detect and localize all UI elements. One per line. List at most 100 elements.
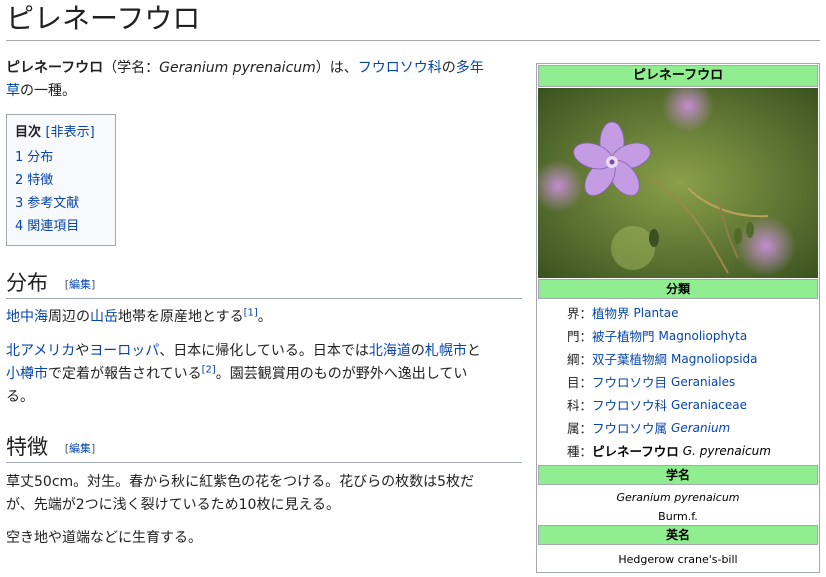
north-america-link[interactable]: 北アメリカ: [6, 343, 75, 359]
taxonomy-latin-link[interactable]: Plantae: [634, 302, 679, 325]
toc-item-label: 分布: [27, 150, 54, 165]
features-paragraph-1: 草丈50cm。対生。春から秋に紅紫色の花をつける。花びらの枚数は5枚だ が、先端…: [6, 471, 520, 517]
intro-paren-prefix: （学名：: [103, 60, 160, 76]
herb-link[interactable]: 草: [6, 83, 20, 99]
text-span: と: [466, 343, 481, 359]
toc-toggle-link[interactable]: [非表示]: [46, 125, 95, 140]
intro-no: の: [441, 60, 456, 76]
classification-header: 分類: [538, 279, 818, 299]
flower-illustration: [538, 88, 818, 278]
reference-link[interactable]: [1]: [244, 307, 258, 318]
toc-item-label: 特徴: [27, 173, 54, 188]
otaru-link[interactable]: 小樽市: [6, 366, 48, 382]
scientific-name-header: 学名: [538, 465, 818, 485]
taxobox: ピレネーフウロ 分類 界 ： 植物界 Plantae 門 ： 被子植物門 Mag…: [536, 63, 820, 573]
taxonomy-rank: 属: [567, 421, 580, 436]
taxonomy-latin-link[interactable]: Magnoliopsida: [671, 348, 757, 371]
taxonomy-rank: 界: [567, 306, 580, 321]
text-span: の: [410, 343, 425, 359]
text-span: 地帯を原産地とする: [118, 309, 244, 325]
toc-item-related[interactable]: 4 関連項目: [15, 215, 107, 238]
edit-bracket: ]: [90, 277, 96, 291]
taxonomy-row-division: 門：被子植物門 Magnoliophyta: [537, 325, 819, 348]
taxonomy-rank: 科: [567, 398, 580, 413]
text-line: が、先端が2つに浅く裂けているため10枚に見える。: [6, 497, 341, 513]
intro-scientific-name: Geranium pyrenaicum: [159, 60, 316, 76]
toc-item-references[interactable]: 3 参考文献: [15, 192, 107, 215]
taxonomy-latin-link[interactable]: Geraniaceae: [671, 394, 747, 417]
section-heading-distribution: 分布 [編集]: [6, 268, 522, 299]
text-span: 。園芸観賞用のものが野外へ逸出してい: [215, 366, 468, 382]
toc-item-number: 2: [15, 173, 24, 188]
taxonomy-ja-link[interactable]: フウロソウ属: [592, 417, 667, 440]
scientific-header-text: 学名: [665, 468, 690, 482]
english-header-text: 英名: [665, 528, 690, 542]
taxonomy-ja-link[interactable]: フウロソウ目: [592, 371, 667, 394]
scientific-name: Geranium pyrenaicum: [616, 491, 740, 504]
hokkaido-link[interactable]: 北海道: [369, 343, 411, 359]
edit-section-link[interactable]: [編集]: [65, 442, 96, 455]
rank-separator: ：: [579, 329, 593, 344]
english-name-header: 英名: [538, 525, 818, 545]
infobox-title-text: ピレネーフウロ: [632, 68, 724, 83]
page-title: ピレネーフウロ: [6, 0, 820, 41]
rank-separator: ：: [579, 352, 593, 367]
text-span: 周辺の: [48, 309, 90, 325]
heading-text: 分布: [6, 271, 48, 295]
taxonomy-row-class: 綱：双子葉植物綱 Magnoliopsida: [537, 348, 819, 371]
mediterranean-link[interactable]: 地中海: [6, 309, 48, 325]
flower-photo[interactable]: [538, 88, 818, 278]
text-span: 。: [257, 309, 272, 325]
toc-item-label: 関連項目: [27, 219, 80, 234]
sapporo-link[interactable]: 札幌市: [425, 343, 467, 359]
toc-item-features[interactable]: 2 特徴: [15, 169, 107, 192]
toc-header: 目次 [非表示]: [15, 121, 107, 144]
taxonomy-latin-link[interactable]: Geranium: [671, 417, 730, 440]
rank-separator: ：: [579, 398, 593, 413]
family-link[interactable]: フウロソウ科: [358, 60, 442, 76]
taxonomy-latin-link[interactable]: Geraniales: [671, 371, 735, 394]
taxonomy-ja-link[interactable]: 双子葉植物綱: [592, 348, 667, 371]
mountain-link[interactable]: 山岳: [90, 309, 118, 325]
text-span: る。: [6, 389, 34, 405]
scientific-author: Burm.f.: [658, 510, 698, 523]
taxonomy-ja-link[interactable]: フウロソウ科: [592, 394, 667, 417]
taxonomy-row-species: 種：ピレネーフウロ G. pyrenaicum: [537, 440, 819, 463]
table-of-contents: 目次 [非表示] 1 分布 2 特徴 3 参考文献 4 関連項目: [6, 114, 116, 246]
edit-section-link[interactable]: [編集]: [65, 278, 96, 291]
heading-text: 特徴: [6, 435, 48, 459]
text-span: 、日本に帰化している。日本では: [159, 343, 369, 359]
taxonomy-row-genus: 属：フウロソウ属 Geranium: [537, 417, 819, 440]
text-line: 草丈50cm。対生。春から秋に紅紫色の花をつける。花びらの枚数は5枚だ: [6, 474, 475, 490]
text-span: で定着が報告されている: [48, 366, 202, 382]
toc-item-number: 4: [15, 219, 24, 234]
taxonomy-list: 界：植物界 Plantae 門：被子植物門 Magnoliophyta 綱：双子葉植…: [537, 300, 819, 463]
rank-separator: ：: [579, 375, 593, 390]
english-name: Hedgerow crane's-bill: [618, 553, 738, 566]
scientific-name-cell: Geranium pyrenaicum Burm.f.: [537, 486, 819, 524]
text-span: や: [75, 343, 90, 359]
taxonomy-rank: 綱: [567, 352, 580, 367]
taxonomy-ja-link[interactable]: 植物界: [592, 302, 630, 325]
rank-separator: ：: [579, 421, 593, 436]
taxonomy-row-family: 科：フウロソウ科 Geraniaceae: [537, 394, 819, 417]
intro-paragraph: ピレネーフウロ（学名：Geranium pyrenaicum）は、フウロソウ科の…: [6, 57, 520, 103]
toc-item-number: 1: [15, 150, 24, 165]
species-latin: G. pyrenaicum: [682, 444, 771, 458]
species-name: ピレネーフウロ: [592, 444, 679, 459]
taxonomy-latin-link[interactable]: Magnoliophyta: [659, 325, 748, 348]
classification-header-text: 分類: [665, 282, 690, 296]
toc-title: 目次: [15, 125, 42, 140]
distribution-paragraph-1: 地中海周辺の山岳地帯を原産地とする[1]。: [6, 306, 520, 329]
edit-label: 編集: [68, 277, 91, 291]
europe-link[interactable]: ヨーロッパ: [89, 343, 159, 359]
edit-label: 編集: [68, 441, 91, 455]
taxonomy-ja-link[interactable]: 被子植物門: [592, 325, 655, 348]
toc-item-number: 3: [15, 196, 24, 211]
perennial-link[interactable]: 多年: [456, 60, 484, 76]
reference-link[interactable]: [2]: [202, 364, 216, 375]
toc-item-label: 参考文献: [27, 196, 80, 211]
edit-bracket: ]: [90, 441, 96, 455]
english-name-cell: Hedgerow crane's-bill: [537, 546, 819, 569]
toc-item-distribution[interactable]: 1 分布: [15, 146, 107, 169]
